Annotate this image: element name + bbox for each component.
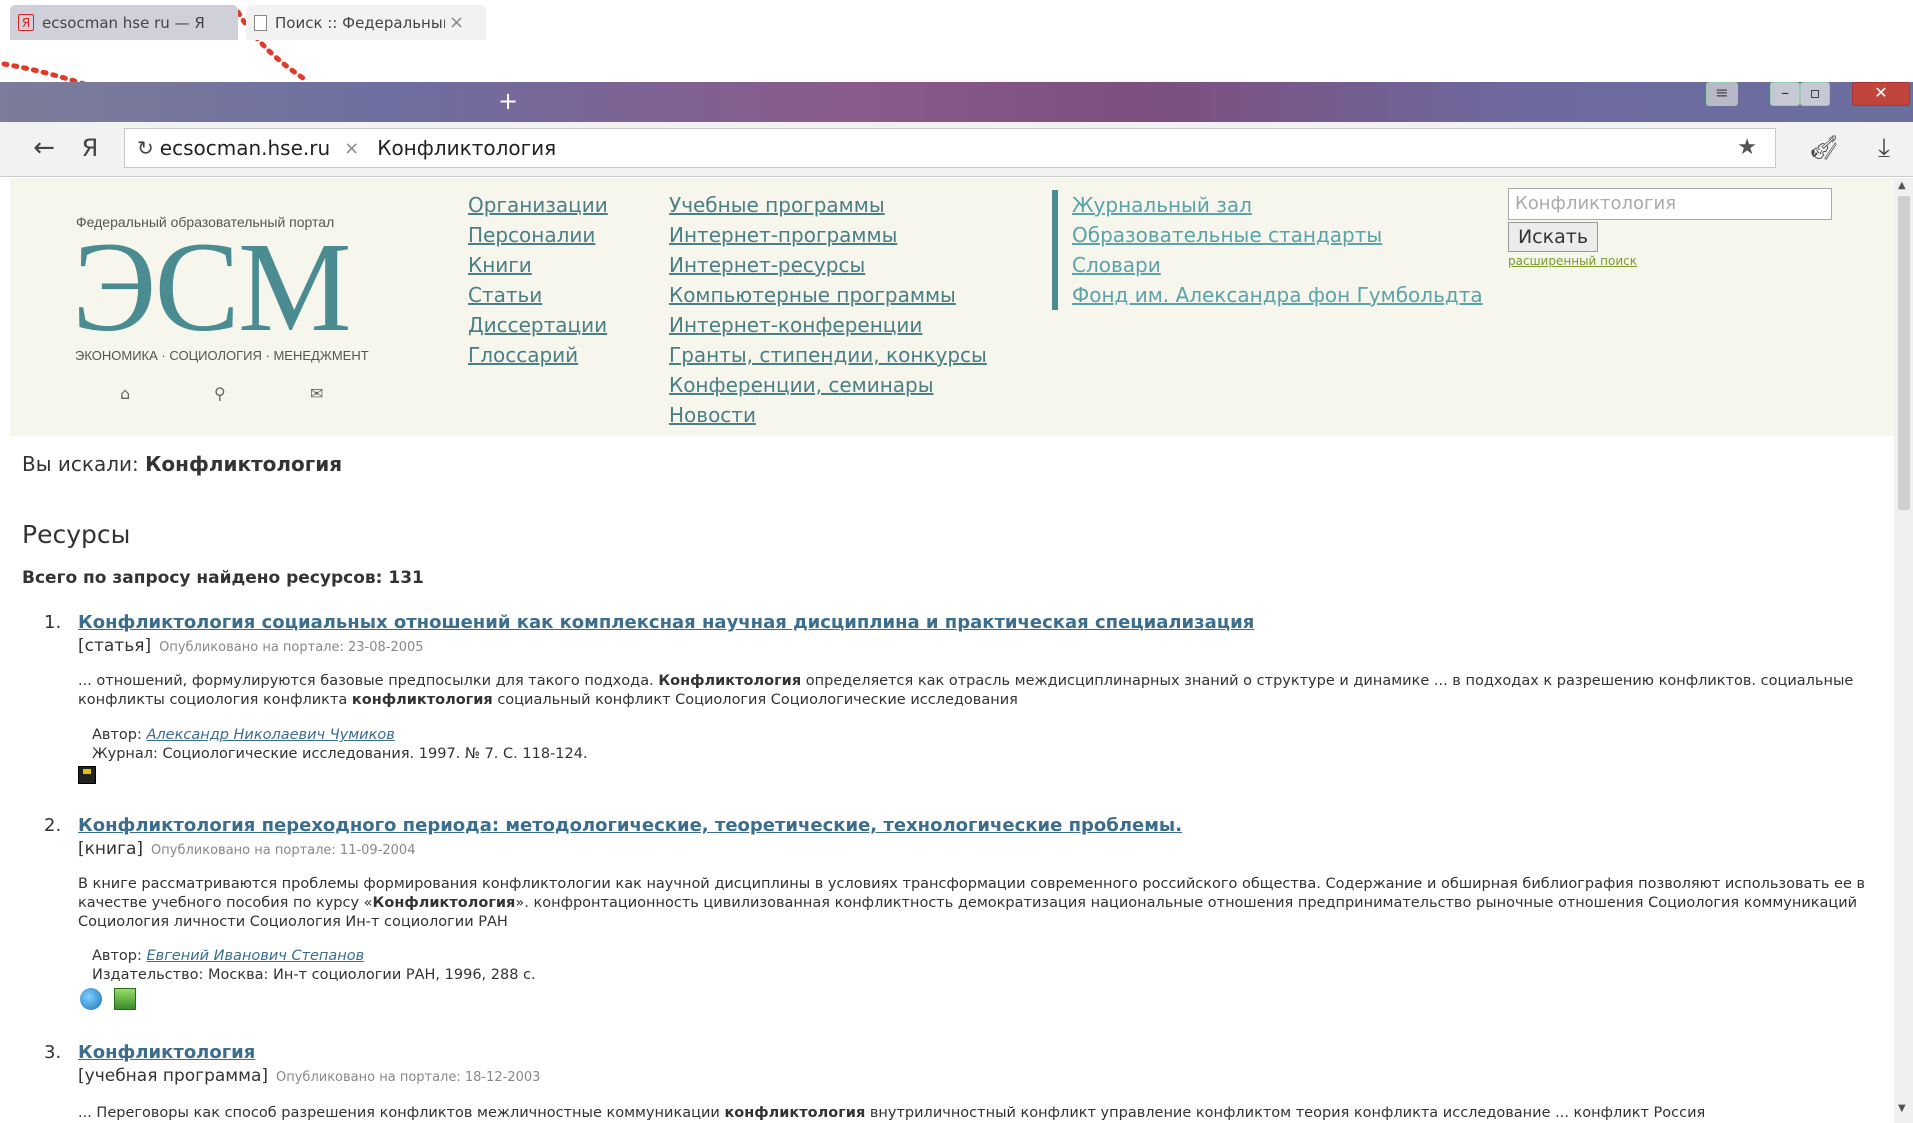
address-host: ecsocman.hse.ru (159, 136, 331, 160)
result-number: 3. (44, 1042, 62, 1063)
nav-link-persons[interactable]: Персоналии (468, 220, 608, 250)
nav-link-organizations[interactable]: Организации (468, 190, 608, 220)
results-total: Всего по запросу найдено ресурсов: 131 (22, 568, 424, 588)
snippet-highlight: конфликтология (724, 1105, 866, 1121)
snippet-text: социальный конфликт Социология Социологи… (492, 692, 1018, 708)
snippet-highlight: конфликтология (351, 692, 493, 708)
nav-link-standards[interactable]: Образовательные стандарты (1072, 220, 1483, 250)
result-number: 1. (44, 612, 62, 633)
snippet-text: внутриличностный конфликт управление кон… (865, 1105, 1706, 1121)
result-kind: [книга] Опубликовано на портале: 11-09-20… (78, 839, 415, 859)
nav-link-conferences[interactable]: Конференции, семинары (669, 370, 987, 400)
browser-menu-button[interactable]: ≡ (1706, 82, 1738, 106)
scroll-up-icon[interactable]: ▲ (1898, 180, 1906, 191)
nav-column-1: Организации Персоналии Книги Статьи Дисс… (468, 190, 608, 370)
download-icon[interactable]: ⤓ (1868, 132, 1900, 164)
tab-title: Поиск :: Федеральный (275, 13, 445, 32)
tab-strip (0, 82, 1913, 122)
author-link[interactable]: Александр Николаевич Чумиков (146, 727, 394, 743)
nav-link-books[interactable]: Книги (468, 250, 608, 280)
new-tab-button[interactable]: + (494, 86, 522, 118)
author-label: Автор: (92, 948, 147, 964)
tab-search-active[interactable]: Поиск :: Федеральный × (246, 5, 486, 40)
site-search-input[interactable]: Конфликтология (1508, 188, 1832, 220)
result-kind: [статья] Опубликовано на портале: 23-08-2… (78, 636, 424, 656)
snippet-text: ... Переговоры как способ разрешения кон… (78, 1105, 725, 1121)
bookmark-star-icon[interactable]: ★ (1737, 135, 1757, 160)
mail-icon[interactable]: ✉ (310, 384, 323, 403)
nav-link-internet-conferences[interactable]: Интернет-конференции (669, 310, 987, 340)
snippet-text: ... отношений, формулируются базовые пре… (78, 673, 659, 689)
nav-link-dictionaries[interactable]: Словари (1072, 250, 1483, 280)
nav-link-articles[interactable]: Статьи (468, 280, 608, 310)
yandex-home-button[interactable]: Я (74, 132, 106, 164)
home-icon[interactable]: ⌂ (120, 384, 130, 403)
back-arrow-icon[interactable]: ← (28, 132, 60, 164)
search-icon[interactable]: ⚲ (214, 384, 226, 403)
site-logo[interactable]: ЭСМ (72, 222, 352, 352)
author-label: Автор: (92, 727, 147, 743)
tab-title: ecsocman hse ru — Я (42, 13, 205, 32)
scroll-thumb[interactable] (1898, 196, 1910, 510)
you-searched-query: Конфликтология (145, 452, 343, 476)
result-source: Журнал: Социологические исследования. 19… (92, 746, 588, 762)
protect-icon[interactable]: 🎻︎ (1808, 132, 1840, 164)
result-published: Опубликовано на портале: 18-12-2003 (276, 1070, 541, 1085)
result-number: 2. (44, 815, 62, 836)
result-published: Опубликовано на портале: 23-08-2005 (159, 640, 424, 655)
result-kind: [учебная программа] Опубликовано на порта… (78, 1066, 540, 1086)
result-source: Издательство: Москва: Ин-т социологии РА… (92, 967, 536, 983)
nav-link-software[interactable]: Компьютерные программы (669, 280, 987, 310)
yandex-favicon-icon: Я (18, 14, 34, 31)
nav-link-dissertations[interactable]: Диссертации (468, 310, 608, 340)
result-title-link[interactable]: Конфликтология социальных отношений как … (78, 612, 1254, 633)
nav-column-2: Учебные программы Интернет-программы Инт… (669, 190, 987, 430)
browser-link-icon[interactable] (80, 988, 102, 1010)
result-snippet: ... отношений, формулируются базовые пре… (78, 672, 1898, 710)
nav-link-journal-hall[interactable]: Журнальный зал (1072, 190, 1483, 220)
snippet-highlight: Конфликтология (372, 895, 516, 911)
nav-link-internet-resources[interactable]: Интернет-ресурсы (669, 250, 987, 280)
advanced-search-link[interactable]: расширенный поиск (1508, 254, 1637, 268)
result-snippet: В книге рассматриваются проблемы формиро… (78, 875, 1898, 932)
result-type: [статья] (78, 636, 152, 656)
result-type: [учебная программа] (78, 1066, 268, 1086)
result-title-link[interactable]: Конфликтология переходного периода: мето… (78, 815, 1182, 836)
result-type: [книга] (78, 839, 144, 859)
nav-link-internet-programs[interactable]: Интернет-программы (669, 220, 987, 250)
nav-link-news[interactable]: Новости (669, 400, 987, 430)
address-query: Конфликтология (377, 136, 557, 160)
snippet-highlight: Конфликтология (658, 673, 802, 689)
maximize-button[interactable]: ▫ (1800, 82, 1830, 106)
minimize-button[interactable]: – (1770, 82, 1800, 106)
scroll-down-icon[interactable]: ▼ (1898, 1103, 1906, 1114)
you-searched-label: Вы искали: (22, 452, 146, 476)
nav-column-3: Журнальный зал Образовательные стандарты… (1052, 190, 1483, 310)
tab-yandex[interactable]: Я ecsocman hse ru — Я (10, 5, 238, 40)
page-favicon-icon (254, 14, 267, 31)
result-author: Автор: Евгений Иванович Степанов (92, 947, 364, 966)
result-title-link[interactable]: Конфликтология (78, 1042, 255, 1063)
tab-close-icon[interactable]: × (449, 12, 464, 33)
result-author: Автор: Александр Николаевич Чумиков (92, 726, 395, 745)
clear-address-icon[interactable]: × (344, 138, 359, 159)
reload-icon[interactable]: ↻ (137, 136, 154, 160)
download-file-icon[interactable] (114, 988, 136, 1010)
result-snippet: ... Переговоры как способ разрешения кон… (78, 1104, 1878, 1123)
resources-heading: Ресурсы (22, 520, 131, 549)
author-link[interactable]: Евгений Иванович Степанов (146, 948, 364, 964)
address-bar[interactable]: ↻ ecsocman.hse.ru × Конфликтология ★ (124, 128, 1776, 168)
nav-link-grants[interactable]: Гранты, стипендии, конкурсы (669, 340, 987, 370)
you-searched: Вы искали: Конфликтология (22, 452, 342, 476)
browser-toolbar: ← Я ↻ ecsocman.hse.ru × Конфликтология ★… (0, 122, 1913, 177)
save-icon[interactable] (78, 766, 96, 784)
result-published: Опубликовано на портале: 11-09-2004 (151, 843, 416, 858)
window-close-button[interactable]: ✕ (1852, 82, 1910, 106)
logo-subtitle: ЭКОНОМИКА · СОЦИОЛОГИЯ · МЕНЕДЖМЕНТ (75, 348, 369, 363)
nav-link-glossary[interactable]: Глоссарий (468, 340, 608, 370)
nav-link-curricula[interactable]: Учебные программы (669, 190, 987, 220)
nav-link-humboldt[interactable]: Фонд им. Александра фон Гумбольдта (1072, 280, 1483, 310)
search-button[interactable]: Искать (1508, 222, 1598, 252)
